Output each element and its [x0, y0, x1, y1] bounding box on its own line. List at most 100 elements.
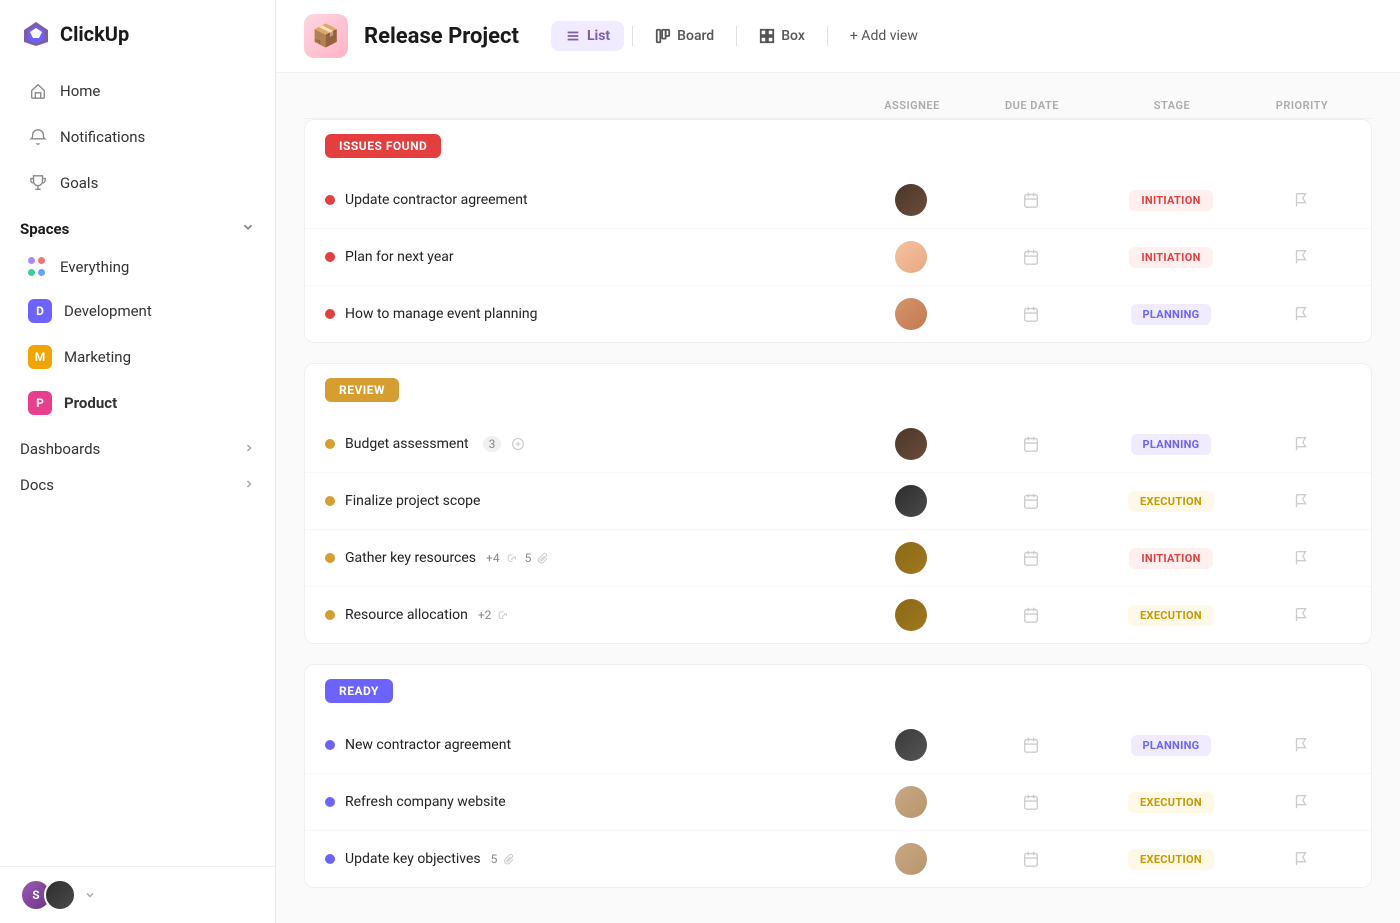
task-row[interactable]: Plan for next year INITIATION [305, 229, 1371, 286]
section-ready-badge: READY [325, 679, 393, 703]
assignee-cell [851, 298, 971, 330]
product-badge: P [28, 391, 52, 415]
priority-cell [1251, 850, 1351, 868]
task-row[interactable]: Finalize project scope EXECUTION [305, 473, 1371, 530]
task-name-cell: Refresh company website [325, 794, 851, 810]
user-dropdown-icon[interactable] [84, 886, 96, 905]
assignee-cell [851, 542, 971, 574]
avatar [895, 428, 927, 460]
calendar-icon [1022, 549, 1040, 567]
task-priority-dot [325, 496, 335, 506]
everything-label: Everything [60, 258, 129, 276]
assignee-cell [851, 729, 971, 761]
due-date-cell[interactable] [971, 248, 1091, 266]
due-date-cell[interactable] [971, 793, 1091, 811]
sidebar-item-everything[interactable]: Everything [8, 247, 267, 287]
avatar [895, 241, 927, 273]
due-date-cell[interactable] [971, 191, 1091, 209]
sidebar-nav-home[interactable]: Home [8, 69, 267, 113]
stage-badge: INITIATION [1129, 247, 1212, 268]
project-title: Release Project [364, 24, 519, 49]
stage-cell: EXECUTION [1091, 605, 1251, 626]
board-tab-icon [655, 28, 671, 44]
priority-cell [1251, 606, 1351, 624]
stage-cell: EXECUTION [1091, 792, 1251, 813]
home-label: Home [60, 82, 100, 100]
stage-badge: PLANNING [1131, 434, 1212, 455]
flag-icon [1292, 606, 1310, 624]
add-view-button[interactable]: + Add view [836, 21, 932, 51]
sidebar-item-product[interactable]: P Product [8, 381, 267, 425]
tab-board[interactable]: Board [641, 21, 728, 51]
col-assignee: ASSIGNEE [852, 99, 972, 112]
spaces-chevron-icon[interactable] [241, 220, 255, 238]
notifications-label: Notifications [60, 128, 145, 146]
stage-cell: EXECUTION [1091, 849, 1251, 870]
tab-list-label: List [587, 28, 610, 44]
assignee-cell [851, 786, 971, 818]
stage-cell: EXECUTION [1091, 491, 1251, 512]
priority-cell [1251, 191, 1351, 209]
due-date-cell[interactable] [971, 736, 1091, 754]
assignee-cell [851, 599, 971, 631]
task-row[interactable]: How to manage event planning PLANNING [305, 286, 1371, 342]
link-icon2 [497, 609, 510, 622]
due-date-cell[interactable] [971, 549, 1091, 567]
due-date-cell[interactable] [971, 492, 1091, 510]
task-row[interactable]: Budget assessment 3 PLANNING [305, 416, 1371, 473]
sidebar-section-docs[interactable]: Docs [0, 462, 275, 498]
task-row[interactable]: Update contractor agreement INITIATION [305, 172, 1371, 229]
stage-cell: PLANNING [1091, 434, 1251, 455]
due-date-cell[interactable] [971, 850, 1091, 868]
task-count-badge: 3 [483, 436, 502, 452]
due-date-cell[interactable] [971, 435, 1091, 453]
due-date-cell[interactable] [971, 305, 1091, 323]
attachment-icon2 [503, 853, 516, 866]
avatar [895, 485, 927, 517]
dashboards-chevron-icon [243, 440, 255, 458]
section-review-header: REVIEW [305, 364, 1371, 416]
stage-cell: INITIATION [1091, 190, 1251, 211]
trophy-icon [28, 173, 48, 193]
add-view-label: + Add view [850, 28, 918, 44]
task-meta: 5 [491, 852, 517, 866]
tab-box[interactable]: Box [745, 21, 819, 51]
priority-cell [1251, 492, 1351, 510]
flag-icon [1292, 305, 1310, 323]
task-name-cell: Gather key resources +4 5 [325, 550, 851, 566]
priority-cell [1251, 305, 1351, 323]
link-icon [506, 552, 519, 565]
section-review: REVIEW Budget assessment 3 PLANNING Fina… [304, 363, 1372, 644]
avatar [895, 184, 927, 216]
task-row[interactable]: New contractor agreement PLANNING [305, 717, 1371, 774]
development-badge: D [28, 299, 52, 323]
sidebar-section-dashboards[interactable]: Dashboards [0, 426, 275, 462]
task-priority-dot [325, 252, 335, 262]
section-issues-badge: ISSUES FOUND [325, 134, 441, 158]
user-avatars[interactable]: S [20, 879, 76, 911]
sidebar: ClickUp Home Notifications Goals Spaces … [0, 0, 276, 923]
tab-list[interactable]: List [551, 21, 624, 51]
col-priority: PRIORITY [1252, 99, 1352, 112]
stage-badge: PLANNING [1131, 735, 1212, 756]
sidebar-item-marketing[interactable]: M Marketing [8, 335, 267, 379]
sidebar-nav-notifications[interactable]: Notifications [8, 115, 267, 159]
avatar [895, 599, 927, 631]
due-date-cell[interactable] [971, 606, 1091, 624]
task-row[interactable]: Gather key resources +4 5 INITIATION [305, 530, 1371, 587]
logo-text: ClickUp [60, 22, 129, 46]
calendar-icon [1022, 736, 1040, 754]
task-name-cell: Update contractor agreement [325, 192, 851, 208]
task-row[interactable]: Update key objectives 5 EXECUTION [305, 831, 1371, 887]
task-row[interactable]: Resource allocation +2 EXECUTION [305, 587, 1371, 643]
sidebar-nav-goals[interactable]: Goals [8, 161, 267, 205]
assignee-cell [851, 428, 971, 460]
sidebar-item-development[interactable]: D Development [8, 289, 267, 333]
subtask-icon [511, 437, 525, 451]
marketing-label: Marketing [64, 348, 131, 366]
task-row[interactable]: Refresh company website EXECUTION [305, 774, 1371, 831]
priority-cell [1251, 248, 1351, 266]
task-priority-dot [325, 797, 335, 807]
calendar-icon [1022, 793, 1040, 811]
flag-icon [1292, 736, 1310, 754]
